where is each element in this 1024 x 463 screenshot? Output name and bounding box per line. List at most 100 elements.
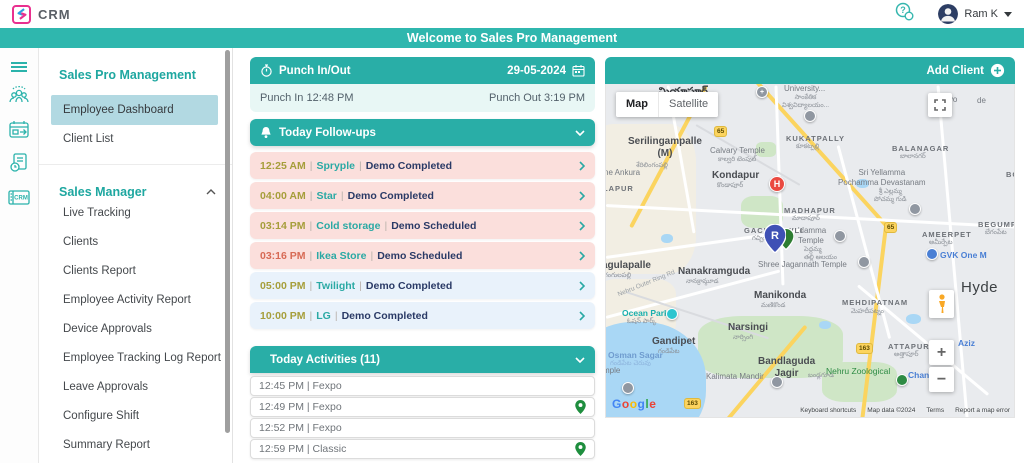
crm-module-icon[interactable]: CRM: [7, 187, 31, 207]
followup-item[interactable]: 04:00 AM|Star|Demo Completed: [250, 182, 595, 209]
temple-marker[interactable]: +: [756, 86, 768, 98]
sidebar-item-configure-shift[interactable]: Configure Shift: [51, 402, 232, 431]
sidebar-section-title: Sales Manager: [59, 185, 147, 199]
followup-status: Demo Completed: [366, 280, 452, 292]
temple-marker[interactable]: [858, 256, 870, 268]
activity-row[interactable]: 12:45 PM | Fexpo: [250, 376, 595, 396]
sidebar-item-device-approvals[interactable]: Device Approvals: [51, 315, 232, 344]
followup-time: 12:25 AM: [260, 160, 306, 172]
sidebar-divider: [39, 164, 232, 165]
map-water: [661, 234, 673, 243]
add-client-button[interactable]: Add Client: [927, 65, 985, 77]
calendar-icon[interactable]: [572, 64, 585, 77]
map-label: ATTAPUR: [888, 342, 930, 351]
terms-link[interactable]: Terms: [926, 407, 944, 414]
map-label: Shree Jagannath Temple: [758, 260, 847, 270]
map-label: Chan: [908, 370, 929, 380]
content-area: CRM Sales Pro Management Employee Dashbo…: [0, 48, 1024, 463]
activities-header[interactable]: Today Activities (11): [250, 346, 595, 373]
attendance-calendar-icon[interactable]: [8, 119, 30, 139]
activity-row[interactable]: 12:49 PM | Fexpo: [250, 397, 595, 417]
sidebar-section-sales-manager[interactable]: Sales Manager: [59, 185, 216, 199]
followup-client: Spryple: [316, 160, 355, 172]
chevron-right-icon: [579, 161, 585, 171]
activity-text: 12:45 PM | Fexpo: [259, 380, 342, 392]
menu-icon[interactable]: [10, 61, 28, 73]
chevron-right-icon: [579, 311, 585, 321]
welcome-banner: Welcome to Sales Pro Management: [0, 28, 1024, 48]
sidebar-item-summary-report[interactable]: Summary Report: [51, 431, 232, 460]
ocean-park-marker[interactable]: [666, 308, 678, 320]
map-label: Kondapur: [712, 170, 759, 182]
report-map-error-link[interactable]: Report a map error: [955, 407, 1010, 414]
hospital-marker[interactable]: H: [769, 176, 785, 192]
followup-time: 03:14 PM: [260, 220, 306, 232]
followup-item[interactable]: 03:14 PM|Cold storage|Demo Scheduled: [250, 212, 595, 239]
map-attribution: Keyboard shortcuts Map data ©2024 Terms …: [800, 407, 1010, 414]
sidebar-item-live-tracking[interactable]: Live Tracking: [51, 199, 232, 228]
sidebar-item-employee-dashboard[interactable]: Employee Dashboard: [51, 95, 218, 125]
followup-client: Star: [316, 190, 336, 202]
google-logo[interactable]: Google: [612, 397, 656, 411]
activity-text: 12:49 PM | Fexpo: [259, 401, 342, 413]
followup-item[interactable]: 05:00 PM|Twilight|Demo Completed: [250, 272, 595, 299]
fullscreen-button[interactable]: [928, 93, 952, 117]
report-clock-icon[interactable]: [8, 152, 30, 174]
temple-marker[interactable]: [771, 376, 783, 388]
followup-item[interactable]: 12:25 AM|Spryple|Demo Completed: [250, 152, 595, 179]
temple-marker[interactable]: [834, 230, 846, 242]
gvk-one-marker[interactable]: [926, 248, 938, 260]
map-panel-header: Add Client: [605, 57, 1015, 84]
map-canvas[interactable]: H R + Map Satellite: [605, 84, 1015, 418]
poi-marker[interactable]: [804, 110, 816, 122]
zoom-out-button[interactable]: −: [929, 367, 954, 392]
temple-marker[interactable]: [622, 382, 634, 394]
team-icon[interactable]: [8, 86, 30, 106]
chevron-up-icon[interactable]: [206, 189, 216, 195]
sidebar-item-clients[interactable]: Clients: [51, 228, 232, 257]
chevron-down-icon[interactable]: [575, 357, 585, 363]
sidebar-item-client-list[interactable]: Client List: [51, 125, 232, 154]
activity-row[interactable]: 12:52 PM | Fexpo: [250, 418, 595, 438]
sidebar-item-employee-activity-report[interactable]: Employee Activity Report: [51, 286, 232, 315]
temple-marker[interactable]: [909, 203, 921, 215]
plus-circle-icon[interactable]: [990, 63, 1005, 78]
map-type-control: Map Satellite: [616, 92, 718, 117]
map-view-button[interactable]: Map: [616, 92, 658, 117]
activity-text: 12:59 PM | Classic: [259, 443, 346, 455]
location-pin-icon[interactable]: [575, 400, 586, 414]
chevron-right-icon: [579, 251, 585, 261]
user-avatar[interactable]: [938, 4, 958, 24]
map-label: బేగంపేట: [985, 229, 1007, 237]
zoom-in-button[interactable]: +: [929, 340, 954, 365]
employee-pin-r[interactable]: R: [764, 224, 786, 253]
sidebar-item-employee-tracking-log-report[interactable]: Employee Tracking Log Report: [51, 344, 232, 373]
keyboard-shortcuts-link[interactable]: Keyboard shortcuts: [800, 407, 856, 414]
pegman-control[interactable]: [929, 290, 954, 318]
followup-item[interactable]: 03:16 PM|Ikea Store|Demo Scheduled: [250, 242, 595, 269]
followups-header[interactable]: Today Follow-ups: [250, 119, 595, 146]
user-menu-caret-icon[interactable]: [1004, 12, 1012, 17]
map-label: సాంకేతిక విశ్వవిద్యాలయం...: [782, 94, 829, 110]
activity-row[interactable]: 12:59 PM | Classic: [250, 439, 595, 459]
satellite-view-button[interactable]: Satellite: [658, 92, 718, 117]
app-logo-icon[interactable]: [12, 5, 31, 24]
help-chat-icon[interactable]: ?: [894, 2, 916, 27]
sidebar-section-sales-pro[interactable]: Sales Pro Management: [59, 68, 232, 82]
sidebar-scrollbar[interactable]: [225, 50, 230, 433]
icon-rail: CRM: [0, 48, 39, 463]
sidebar-item-clients-report[interactable]: Clients Report: [51, 257, 232, 286]
user-name[interactable]: Ram K: [964, 8, 998, 20]
zoo-marker[interactable]: [896, 374, 908, 386]
chevron-right-icon: [579, 281, 585, 291]
chevron-right-icon: [579, 191, 585, 201]
sidebar-item-leave-approvals[interactable]: Leave Approvals: [51, 373, 232, 402]
chevron-down-icon[interactable]: [575, 130, 585, 136]
map-park: [756, 142, 776, 157]
followup-time: 05:00 PM: [260, 280, 306, 292]
location-pin-icon[interactable]: [575, 442, 586, 456]
punch-date[interactable]: 29-05-2024: [507, 65, 566, 77]
followup-item[interactable]: 10:00 PM|LG|Demo Completed: [250, 302, 595, 329]
followup-status: Demo Completed: [348, 190, 434, 202]
app-title: CRM: [38, 7, 71, 22]
